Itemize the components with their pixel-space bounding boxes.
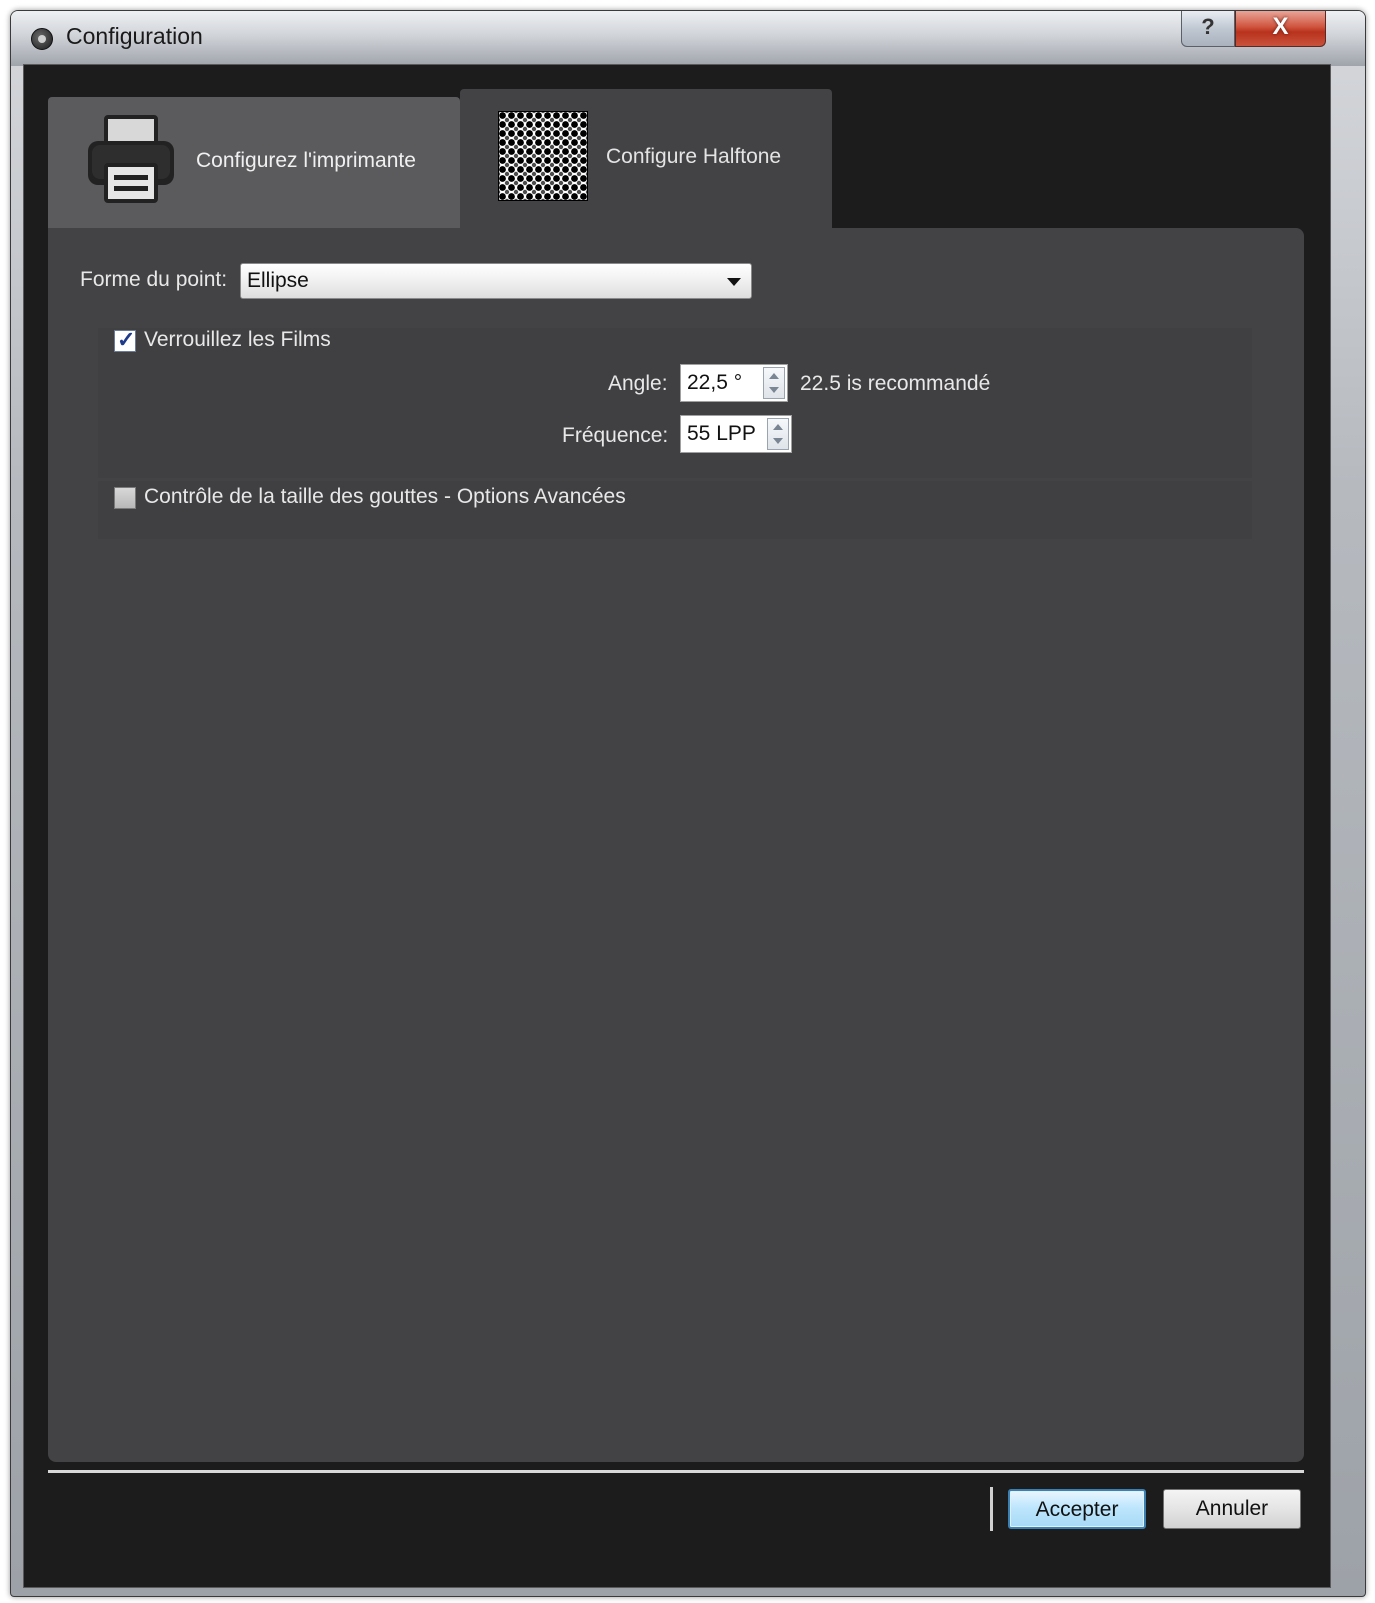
halftone-pattern-icon [498,111,588,201]
lock-films-group: ✓ Verrouillez les Films Angle: 22,5 ° 22… [98,327,1252,478]
button-divider [990,1487,993,1531]
drop-size-label: Contrôle de la taille des gouttes - Opti… [144,485,626,508]
drop-size-group: Contrôle de la taille des gouttes - Opti… [98,481,1252,539]
dot-shape-dropdown[interactable]: Ellipse [240,263,752,299]
close-button[interactable]: X [1235,11,1326,47]
footer-divider [48,1470,1304,1473]
checkmark-icon: ✓ [117,327,136,352]
angle-hint: 22.5 is recommandé [800,372,991,395]
tab-halftone-label: Configure Halftone [606,145,782,168]
dot-shape-label: Forme du point: [80,268,228,291]
cancel-button[interactable]: Annuler [1163,1489,1301,1529]
frequency-spinbox[interactable]: 55 LPP [680,415,792,453]
spin-down-icon[interactable] [773,438,783,444]
spin-down-icon[interactable] [769,387,779,393]
tab-printer-setup[interactable]: Configurez l'imprimante [48,97,460,229]
tab-printer-setup-label: Configurez l'imprimante [196,149,416,172]
spin-up-icon[interactable] [769,373,779,379]
angle-spinbox[interactable]: 22,5 ° [680,364,788,402]
chevron-down-icon [727,278,741,286]
dialog-client-area: Configurez l'imprimante Configure Halfto… [23,64,1331,1588]
tab-halftone[interactable]: Configure Halftone [460,89,832,229]
halftone-settings-panel: Forme du point: Ellipse ✓ Verrouillez le… [48,228,1304,1462]
title-bar[interactable]: Configuration ? X [11,11,1365,66]
frequency-spin-buttons[interactable] [767,418,789,450]
dot-shape-value: Ellipse [247,269,309,292]
angle-label: Angle: [608,372,668,395]
lock-films-checkbox[interactable]: ✓ [114,327,136,352]
window-title: Configuration [66,23,203,49]
frequency-label: Fréquence: [562,424,669,447]
app-icon [31,28,53,50]
frequency-value: 55 LPP [687,422,756,445]
printer-icon [88,115,174,203]
accept-button[interactable]: Accepter [1008,1489,1146,1529]
angle-spin-buttons[interactable] [763,367,785,399]
help-button[interactable]: ? [1181,11,1235,47]
configuration-window: Configuration ? X Configurez l'imprimant… [10,10,1366,1597]
drop-size-checkbox[interactable] [114,487,136,509]
angle-value: 22,5 ° [687,371,743,394]
spin-up-icon[interactable] [773,424,783,430]
lock-films-label: Verrouillez les Films [144,328,331,351]
